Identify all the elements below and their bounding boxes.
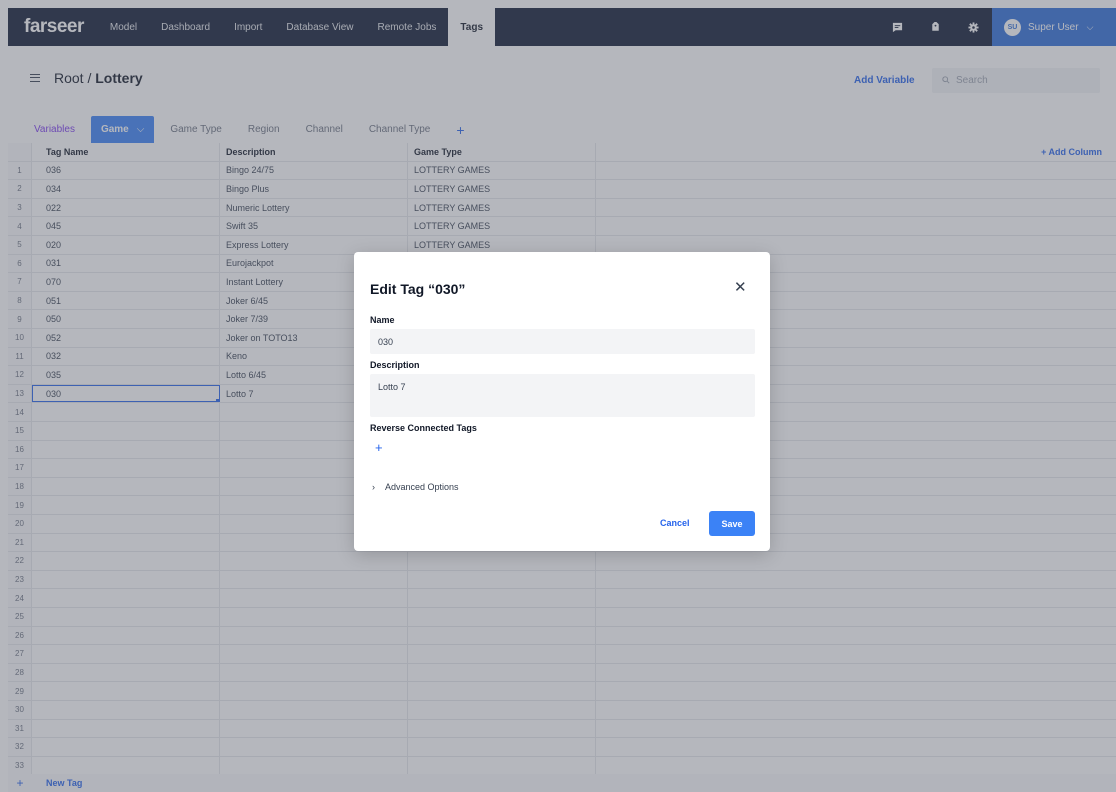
chevron-right-icon: › [372, 482, 375, 492]
dialog-title: Edit Tag “030” [370, 281, 466, 297]
save-button[interactable]: Save [709, 511, 755, 536]
close-icon[interactable]: ✕ [734, 278, 747, 296]
edit-tag-dialog: Edit Tag “030” ✕ Name 030 Description Lo… [354, 252, 770, 551]
cancel-button[interactable]: Cancel [660, 518, 690, 528]
advanced-options-label: Advanced Options [385, 482, 459, 492]
advanced-options-toggle[interactable]: › Advanced Options [372, 482, 459, 492]
name-field[interactable]: 030 [370, 329, 755, 354]
description-label: Description [370, 360, 420, 370]
name-label: Name [370, 315, 395, 325]
add-reverse-tag-plus-icon[interactable]: + [375, 440, 383, 455]
reverse-connected-tags-label: Reverse Connected Tags [370, 423, 477, 433]
description-field[interactable]: Lotto 7 [370, 374, 755, 417]
